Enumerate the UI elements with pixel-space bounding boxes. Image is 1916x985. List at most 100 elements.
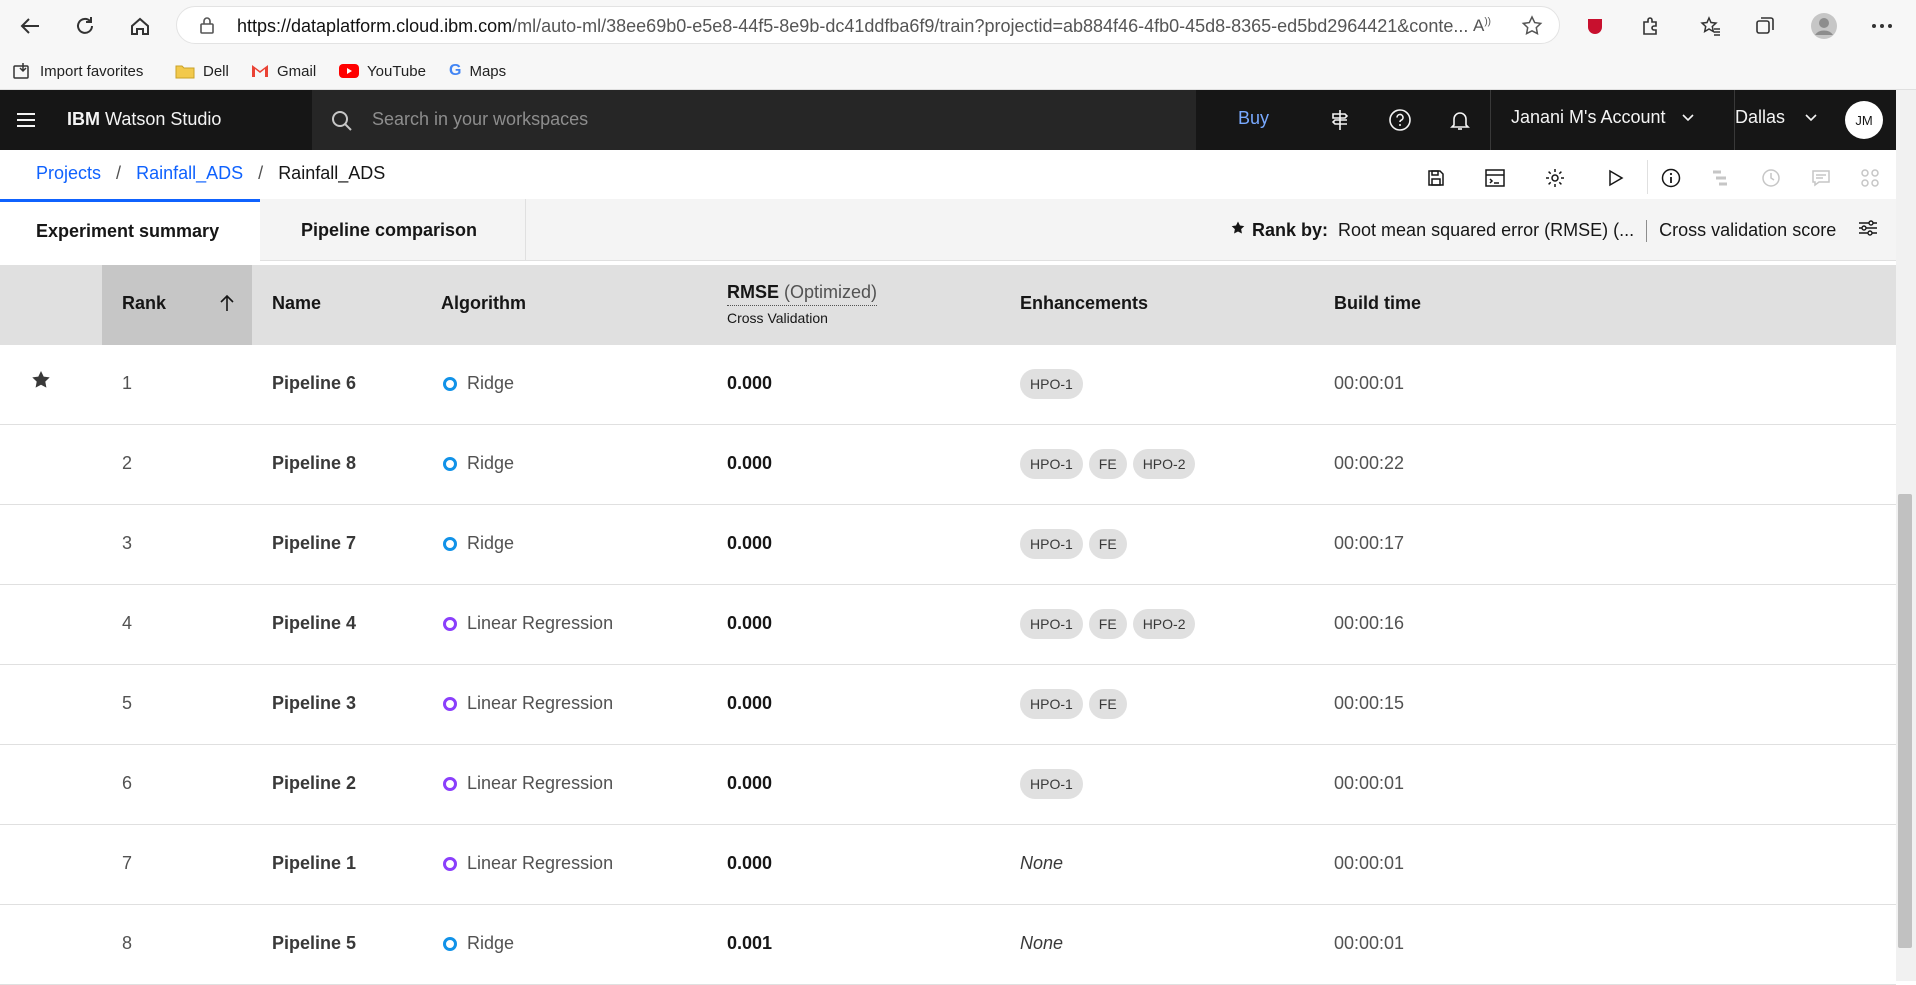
- buy-link[interactable]: Buy: [1238, 108, 1269, 129]
- more-options-icon[interactable]: [1864, 8, 1900, 44]
- pipeline-name[interactable]: Pipeline 2: [272, 773, 356, 794]
- column-header-algorithm[interactable]: Algorithm: [441, 293, 526, 314]
- scrollbar-thumb[interactable]: [1898, 494, 1912, 948]
- table-row[interactable]: 2 Pipeline 8 Ridge 0.000 HPO-1 FE HPO-2 00:00:2…: [0, 425, 1896, 505]
- menu-icon[interactable]: [14, 108, 38, 137]
- search-input[interactable]: Search in your workspaces: [312, 90, 1196, 150]
- enhancement-tags: HPO-1 FE: [1020, 689, 1127, 719]
- star-icon: [1230, 220, 1246, 241]
- pipeline-name[interactable]: Pipeline 4: [272, 613, 356, 634]
- app-brand[interactable]: IBM Watson Studio: [67, 109, 221, 130]
- column-header-build-time[interactable]: Build time: [1334, 293, 1421, 314]
- avatar[interactable]: JM: [1845, 101, 1883, 139]
- table-row[interactable]: 6 Pipeline 2 Linear Regression 0.000 HPO-1 00…: [0, 745, 1896, 825]
- rank-value: 3: [122, 533, 133, 553]
- algorithm-ring-icon: [443, 936, 457, 951]
- bookmarks-bar: Import favorites Dell Gmail YouTube G Ma…: [0, 52, 1916, 90]
- bookmark-import-favorites[interactable]: Import favorites: [12, 58, 143, 84]
- build-time: 00:00:01: [1334, 373, 1405, 393]
- table-row[interactable]: 1 Pipeline 6 Ridge 0.000 HPO-1 00:00:01: [0, 345, 1896, 425]
- algorithm-name: Ridge: [467, 933, 515, 953]
- gmail-icon: [251, 64, 269, 78]
- collections-icon[interactable]: [1747, 8, 1783, 44]
- tab-pipeline-comparison[interactable]: Pipeline comparison: [260, 199, 526, 261]
- bookmark-gmail[interactable]: Gmail: [251, 58, 316, 84]
- favorites-icon[interactable]: [1693, 8, 1729, 44]
- help-icon[interactable]: [1386, 106, 1414, 134]
- breadcrumb-projects[interactable]: Projects: [36, 163, 101, 183]
- bookmark-maps[interactable]: G Maps: [449, 58, 506, 84]
- algorithm-ring-icon: [443, 376, 457, 391]
- rank-by-divider: [1646, 219, 1648, 242]
- rank-value: 5: [122, 693, 133, 713]
- enhancements-none: None: [1020, 933, 1064, 953]
- enhancement-tag: HPO-1: [1020, 449, 1083, 479]
- pipeline-name[interactable]: Pipeline 1: [272, 853, 356, 874]
- enhancement-tag: FE: [1088, 609, 1127, 639]
- chevron-down-icon: [1681, 114, 1694, 122]
- sort-ascending-icon[interactable]: [218, 293, 236, 318]
- pipeline-name[interactable]: Pipeline 7: [272, 533, 356, 554]
- algorithm-name: Ridge: [467, 533, 515, 553]
- rmse-score: 0.000: [727, 533, 773, 553]
- run-icon[interactable]: [1601, 164, 1629, 192]
- notebook-icon[interactable]: [1481, 164, 1509, 192]
- back-icon[interactable]: [12, 8, 48, 44]
- column-header-rank[interactable]: Rank: [122, 293, 166, 314]
- comment-icon: [1807, 164, 1835, 192]
- settings-icon[interactable]: [1541, 164, 1569, 192]
- filter-settings-icon[interactable]: [1858, 219, 1878, 242]
- rmse-score: 0.000: [727, 613, 773, 633]
- extension-shield-icon[interactable]: [1577, 8, 1613, 44]
- table-header: Rank Name Algorithm RMSE (Optimized) Cro…: [0, 265, 1896, 345]
- import-icon: [12, 62, 32, 80]
- notification-bell-icon[interactable]: [1446, 106, 1474, 134]
- enhancement-tag: FE: [1088, 449, 1127, 479]
- column-header-name[interactable]: Name: [272, 293, 321, 314]
- favorite-star-icon[interactable]: [1521, 15, 1543, 42]
- build-time: 00:00:22: [1334, 453, 1405, 473]
- enhancements-none: None: [1020, 853, 1064, 873]
- pipeline-name[interactable]: Pipeline 6: [272, 373, 356, 394]
- algorithm-cell: Ridge: [443, 533, 514, 554]
- pipeline-name[interactable]: Pipeline 5: [272, 933, 356, 954]
- table-row[interactable]: 3 Pipeline 7 Ridge 0.000 HPO-1 FE 00:00:17: [0, 505, 1896, 585]
- rank-by-control[interactable]: Rank by: Root mean squared error (RMSE) …: [1230, 219, 1878, 242]
- rmse-score: 0.000: [727, 453, 773, 473]
- table-row[interactable]: 8 Pipeline 5 Ridge 0.001 None 00:00:01: [0, 905, 1896, 985]
- build-time: 00:00:01: [1334, 773, 1405, 793]
- save-icon[interactable]: [1422, 164, 1450, 192]
- lock-icon[interactable]: [199, 16, 215, 39]
- pipeline-name[interactable]: Pipeline 8: [272, 453, 356, 474]
- signpost-icon[interactable]: [1326, 106, 1354, 134]
- enhancement-tag: HPO-1: [1020, 529, 1083, 559]
- address-bar[interactable]: https://dataplatform.cloud.ibm.com/ml/au…: [176, 6, 1560, 44]
- account-switcher[interactable]: Janani M's Account: [1490, 90, 1735, 150]
- refresh-icon[interactable]: [67, 8, 103, 44]
- folder-icon: [175, 63, 195, 79]
- table-row[interactable]: 7 Pipeline 1 Linear Regression 0.000 None 00:…: [0, 825, 1896, 905]
- breadcrumb-project[interactable]: Rainfall_ADS: [136, 163, 243, 183]
- rank-value: 7: [122, 853, 133, 873]
- algorithm-ring-icon: [443, 616, 457, 631]
- home-icon[interactable]: [122, 8, 158, 44]
- bookmark-youtube[interactable]: YouTube: [339, 58, 426, 84]
- tab-experiment-summary[interactable]: Experiment summary: [0, 199, 260, 261]
- bookmark-dell[interactable]: Dell: [175, 58, 229, 84]
- read-aloud-icon[interactable]: A)): [1473, 16, 1491, 36]
- table-row[interactable]: 5 Pipeline 3 Linear Regression 0.000 HPO-1 FE…: [0, 665, 1896, 745]
- region-switcher[interactable]: Dallas: [1735, 90, 1833, 150]
- table-row[interactable]: 4 Pipeline 4 Linear Regression 0.000 HPO-1 FE…: [0, 585, 1896, 665]
- rank-by-metric: Root mean squared error (RMSE) (...: [1338, 220, 1635, 240]
- column-header-enhancements[interactable]: Enhancements: [1020, 293, 1148, 314]
- algorithm-name: Ridge: [467, 373, 515, 393]
- column-header-metric[interactable]: RMSE (Optimized) Cross Validation: [727, 282, 878, 326]
- metric-subtitle: Cross Validation: [727, 310, 828, 326]
- search-icon: [330, 109, 354, 138]
- rank-value: 6: [122, 773, 133, 793]
- rank-value: 2: [122, 453, 133, 473]
- pipeline-name[interactable]: Pipeline 3: [272, 693, 356, 714]
- info-icon[interactable]: [1657, 164, 1685, 192]
- extensions-icon[interactable]: [1632, 8, 1668, 44]
- profile-icon[interactable]: [1806, 8, 1842, 44]
